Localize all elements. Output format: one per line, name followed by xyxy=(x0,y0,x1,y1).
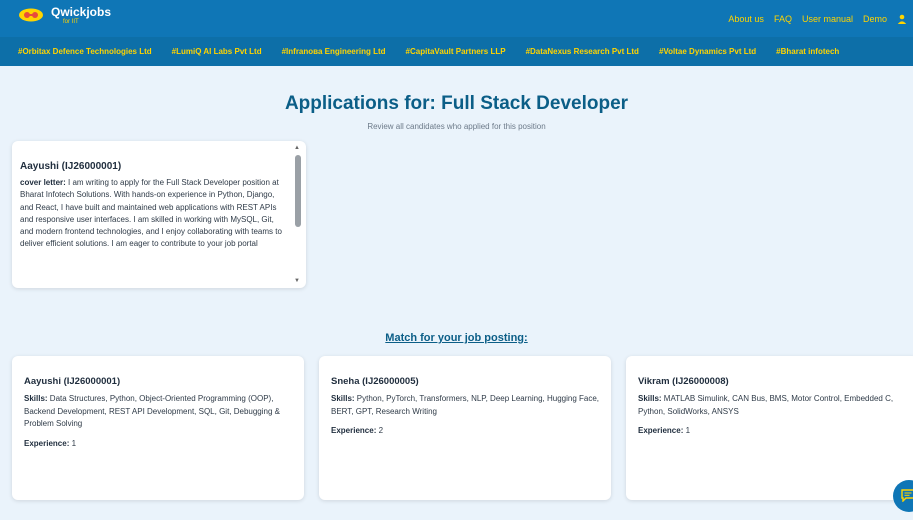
ticker-company[interactable]: #LumiQ AI Labs Pvt Ltd xyxy=(172,47,262,56)
skills-value: Data Structures, Python, Object-Oriented… xyxy=(24,394,280,428)
experience-label: Experience: xyxy=(638,426,684,435)
user-icon[interactable] xyxy=(897,14,907,24)
candidate-card[interactable]: Vikram (IJ26000008) Skills: MATLAB Simul… xyxy=(626,356,913,500)
ticker-company[interactable]: #Orbitax Defence Technologies Ltd xyxy=(18,47,152,56)
candidate-card[interactable]: Aayushi (IJ26000001) Skills: Data Struct… xyxy=(12,356,304,500)
chat-button[interactable] xyxy=(893,480,913,512)
main-nav: About us FAQ User manual Demo xyxy=(728,14,907,24)
ticker-company[interactable]: #Voltae Dynamics Pvt Ltd xyxy=(659,47,756,56)
skills-label: Skills: xyxy=(24,394,48,403)
scrollbar-thumb[interactable] xyxy=(295,155,301,227)
applicant-name: Aayushi (IJ26000001) xyxy=(20,161,122,172)
top-navbar: Qwickjobs for IIT About us FAQ User manu… xyxy=(0,0,913,37)
ticker-company[interactable]: #CapitaVault Partners LLP xyxy=(406,47,506,56)
application-card[interactable]: Aayushi (IJ26000001) cover letter: I am … xyxy=(12,141,306,288)
cover-letter-text: cover letter: I am writing to apply for … xyxy=(20,177,286,251)
cover-letter-body: I am writing to apply for the Full Stack… xyxy=(20,178,282,249)
nav-demo[interactable]: Demo xyxy=(863,14,887,24)
skills-label: Skills: xyxy=(638,394,662,403)
scroll-down-arrow-icon[interactable]: ▼ xyxy=(294,278,300,284)
ticker-company[interactable]: #Bharat infotech xyxy=(776,47,839,56)
candidate-experience: Experience: 2 xyxy=(331,426,599,435)
experience-label: Experience: xyxy=(24,438,70,448)
experience-value: 1 xyxy=(69,438,77,448)
experience-label: Experience: xyxy=(331,426,377,435)
candidate-experience: Experience: 1 xyxy=(638,426,906,435)
candidate-skills: Skills: Python, PyTorch, Transformers, N… xyxy=(331,393,599,418)
nav-about-us[interactable]: About us xyxy=(728,14,764,24)
match-link[interactable]: Match for your job posting: xyxy=(0,332,913,344)
skills-value: Python, PyTorch, Transformers, NLP, Deep… xyxy=(331,394,599,416)
experience-value: 2 xyxy=(376,426,384,435)
skills-value: MATLAB Simulink, CAN Bus, BMS, Motor Con… xyxy=(638,394,894,416)
logo-icon[interactable] xyxy=(18,6,44,22)
skills-label: Skills: xyxy=(331,394,355,403)
brand-subtitle: for IIT xyxy=(63,19,79,25)
candidate-skills: Skills: Data Structures, Python, Object-… xyxy=(24,393,292,431)
nav-user-manual[interactable]: User manual xyxy=(802,14,853,24)
application-content: Aayushi (IJ26000001) cover letter: I am … xyxy=(20,161,286,251)
candidate-name: Sneha (IJ26000005) xyxy=(331,376,419,387)
candidate-experience: Experience: 1 xyxy=(24,439,292,448)
chat-icon xyxy=(901,489,913,502)
candidate-skills: Skills: MATLAB Simulink, CAN Bus, BMS, M… xyxy=(638,393,906,418)
candidate-name: Aayushi (IJ26000001) xyxy=(24,376,121,387)
candidate-card[interactable]: Sneha (IJ26000005) Skills: Python, PyTor… xyxy=(319,356,611,500)
brand-name[interactable]: Qwickjobs xyxy=(51,6,111,19)
page-title: Applications for: Full Stack Developer xyxy=(284,93,629,114)
scroll-up-arrow-icon[interactable]: ▲ xyxy=(294,145,300,151)
company-ticker: #Orbitax Defence Technologies Ltd #LumiQ… xyxy=(0,37,913,66)
nav-faq[interactable]: FAQ xyxy=(774,14,792,24)
ticker-company[interactable]: #Infranoва Engineering Ltd xyxy=(282,47,386,56)
experience-value: 1 xyxy=(683,426,691,435)
candidate-name: Vikram (IJ26000008) xyxy=(638,376,729,387)
page-subtitle: Review all candidates who applied for th… xyxy=(367,122,546,131)
ticker-company[interactable]: #DataNexus Research Pvt Ltd xyxy=(526,47,639,56)
cover-letter-label: cover letter: xyxy=(20,178,66,187)
